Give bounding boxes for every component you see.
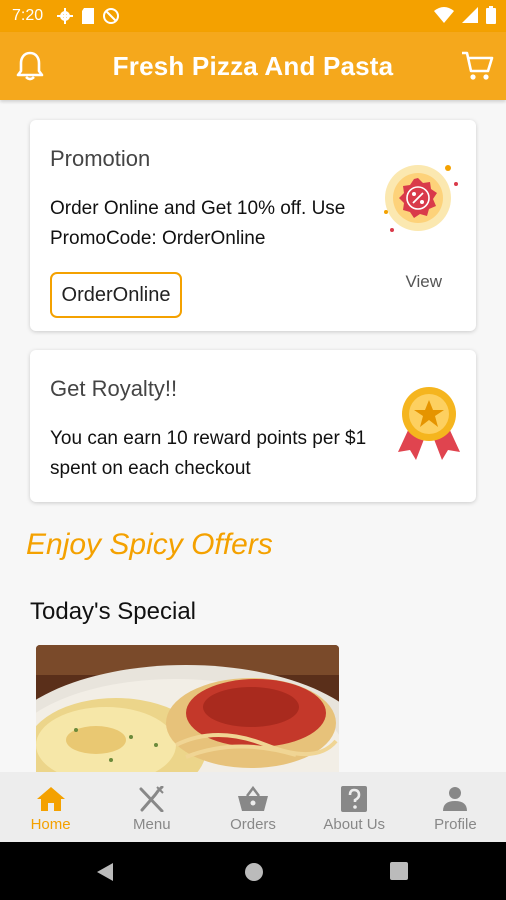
battery-icon bbox=[486, 6, 496, 24]
discount-badge-icon bbox=[384, 165, 458, 232]
nav-profile-label: Profile bbox=[434, 816, 477, 833]
status-icons-right bbox=[434, 6, 496, 24]
sd-card-icon bbox=[82, 8, 95, 24]
no-disturb-icon bbox=[103, 8, 120, 24]
promo-code-button[interactable]: OrderOnline bbox=[50, 272, 182, 318]
back-icon[interactable] bbox=[95, 862, 115, 882]
nav-about-us[interactable]: About Us bbox=[304, 772, 405, 842]
promotion-text-line1: Order Online and Get 10% off. Use bbox=[50, 198, 346, 219]
recents-square-icon[interactable] bbox=[390, 862, 408, 880]
status-icons-left bbox=[57, 8, 120, 24]
status-bar: 7:20 bbox=[0, 0, 506, 32]
notification-bell-icon[interactable] bbox=[14, 50, 46, 87]
system-navigation-bar bbox=[0, 842, 506, 900]
home-icon bbox=[36, 787, 65, 811]
nav-orders-label: Orders bbox=[230, 816, 276, 833]
status-time: 7:20 bbox=[12, 7, 44, 24]
promotion-title: Promotion bbox=[50, 146, 151, 171]
royalty-card[interactable]: Get Royalty!! You can earn 10 reward poi… bbox=[30, 350, 476, 502]
settings-gear-icon bbox=[57, 8, 74, 24]
nav-about-us-label: About Us bbox=[323, 816, 386, 833]
cart-icon[interactable] bbox=[460, 50, 494, 87]
nav-home[interactable]: Home bbox=[0, 772, 101, 842]
signal-icon bbox=[462, 7, 478, 23]
main-content[interactable]: Promotion Order Online and Get 10% off. … bbox=[0, 100, 506, 772]
promotion-card[interactable]: Promotion Order Online and Get 10% off. … bbox=[30, 120, 476, 331]
nav-menu[interactable]: Menu bbox=[101, 772, 202, 842]
wifi-icon bbox=[434, 7, 454, 23]
royalty-text-line1: You can earn 10 reward points per $1 bbox=[50, 428, 367, 449]
reward-medal-icon bbox=[398, 387, 460, 460]
nav-orders[interactable]: Orders bbox=[202, 772, 303, 842]
pasta-dish-illustration bbox=[36, 645, 339, 772]
offers-heading: Enjoy Spicy Offers bbox=[26, 528, 273, 561]
royalty-title: Get Royalty!! bbox=[50, 376, 178, 401]
nav-home-label: Home bbox=[30, 816, 71, 833]
bottom-navigation: Home Menu Orders About Us Profile bbox=[0, 772, 506, 842]
todays-special-heading: Today's Special bbox=[30, 598, 197, 625]
nav-profile[interactable]: Profile bbox=[405, 772, 506, 842]
royalty-text: You can earn 10 reward points per $1 spe… bbox=[50, 424, 366, 484]
app-bar: Fresh Pizza And Pasta bbox=[0, 32, 506, 100]
nav-menu-label: Menu bbox=[133, 816, 171, 833]
promotion-text-line2: PromoCode: OrderOnline bbox=[50, 228, 266, 249]
promotion-text: Order Online and Get 10% off. Use PromoC… bbox=[50, 194, 345, 254]
todays-special-image[interactable] bbox=[36, 645, 339, 772]
app-title: Fresh Pizza And Pasta bbox=[112, 50, 394, 81]
home-circle-icon[interactable] bbox=[244, 862, 264, 882]
person-icon bbox=[443, 787, 468, 811]
view-link[interactable]: View bbox=[405, 272, 442, 292]
menu-utensils-icon bbox=[139, 786, 164, 812]
basket-icon bbox=[238, 786, 268, 811]
question-icon bbox=[341, 786, 368, 812]
royalty-text-line2: spent on each checkout bbox=[50, 458, 251, 479]
